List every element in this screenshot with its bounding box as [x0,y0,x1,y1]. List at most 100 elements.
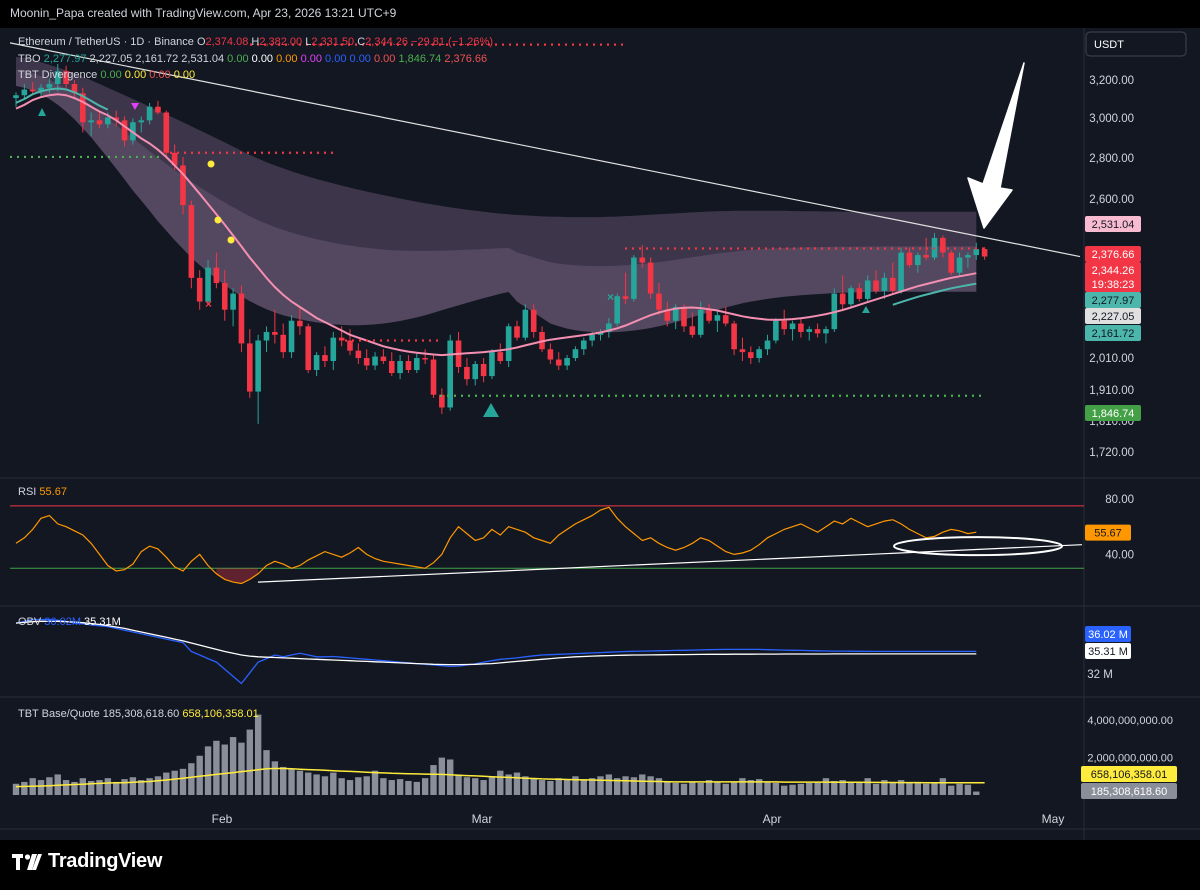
volume-bar [664,781,671,795]
volume-bar [538,780,546,795]
rsi-value-badge-label: 55.67 [1094,528,1122,540]
tbt-volume-pane[interactable]: TBT Base/Quote 185,308,618.60 658,106,35… [12,708,1177,799]
candle-body [146,106,153,121]
annotation-arrow[interactable] [967,62,1025,229]
volume-bar [388,780,395,795]
volume-bar [355,777,362,795]
volume-bar [121,779,128,795]
volume-bar [622,776,629,795]
candle-body [138,120,145,123]
volume-bar [714,781,721,795]
volume-bar [555,778,562,795]
candle-body [622,296,629,299]
volume-bar [447,759,454,795]
candle-body [255,340,261,392]
volume-bar [330,772,337,795]
volume-bar [472,778,479,795]
volume-bar [371,770,379,795]
candle-body [505,326,512,362]
volume-bar [580,779,587,795]
volume-bar [313,774,320,795]
volume-bar [171,770,178,795]
volume-bar [413,781,420,795]
tbt-base-value: 185,308,618.60 [103,708,183,720]
price-tick-label: 2,010.00 [1089,353,1134,365]
legend-ohlc-value: 2,382.00 [259,36,305,48]
volume-bar [547,780,554,795]
candle-body [105,117,111,125]
volume-bar [789,784,796,795]
obv-pane[interactable]: OBV 36.02M 35.31M 36.02 M 35.31 M 32 M [15,616,1131,685]
obv-tick-label: 32 M [1087,669,1113,681]
candle-body [806,329,813,332]
candle-body [564,358,570,366]
candle-body [163,112,170,153]
candle-body [898,252,904,291]
volume-bar [530,778,537,795]
candle-body [514,326,520,338]
candle-body [697,309,704,335]
time-tick-label: Mar [472,812,493,826]
volume-bar [188,763,195,795]
candle-body [497,352,504,362]
legend-ohlc-label: C [357,36,365,48]
candle-body [764,340,771,350]
candle-body [889,277,896,291]
legend-tbo-value: 0.00 [227,53,251,65]
volume-bar [889,781,896,795]
yellow-signal-dot [214,216,222,224]
legend-divergence-value: 0.00 [125,69,149,81]
candle-body [773,320,779,341]
legend-symbol-row: Ethereum / TetherUS · 1D · Binance O2,37… [18,36,493,48]
volume-bar [113,781,120,795]
volume-bar [204,746,212,795]
candle-body [489,352,495,377]
volume-bar [305,772,312,795]
candle-body [347,340,353,351]
candle-body [422,358,428,360]
candle-body [848,288,854,305]
volume-bar [814,781,821,795]
obv-ma-line [15,620,977,666]
candle-body [823,329,829,334]
volume-bar [37,780,45,795]
candle-body [731,323,737,350]
obv-ma-badge-label: 35.31 M [1088,646,1128,658]
volume-bar [722,783,729,795]
buy-triangle-marker [38,108,46,116]
chart-canvas[interactable]: × × RSI 55.6780.0040.0055.67 OBV 36.02M 3… [0,0,1200,890]
volume-bar [129,777,137,795]
legend-tbo-value: 2,376.66 [444,53,487,65]
rsi-pane[interactable]: RSI 55.67 80.00 40.00 55.67 [10,486,1134,585]
price-pane[interactable]: × × [9,42,1081,424]
candle-body [589,334,595,341]
candle-body [639,257,646,263]
volume-bar [288,768,295,795]
candle-body [781,320,787,330]
price-badge-label: 1,846.74 [1092,408,1135,420]
price-badge-label: 2,344.26 [1092,265,1135,277]
candle-body [213,267,220,284]
volume-bar [338,778,345,795]
legend-tbo-value: 2,161.72 [135,53,181,65]
rsi-value: 55.67 [39,486,67,498]
candle-body [814,329,821,334]
volume-bar [96,780,103,795]
legend-divergence-row: TBT Divergence 0.00 0.00 0.00 0.00 [18,69,195,81]
volume-bar [605,774,613,795]
candle-body [330,337,337,362]
volume-bar [321,776,329,795]
candle-body [647,262,654,294]
volume-bar [455,774,462,795]
volume-bar [405,780,412,795]
candle-body [297,320,303,327]
legend-tbo-value: 2,531.04 [181,53,227,65]
time-tick-label: May [1042,812,1065,826]
legend-tbo-value: 0.00 [350,53,374,65]
currency-button[interactable]: USDT [1085,31,1187,57]
candle-body [88,120,94,123]
candle-body [915,255,921,266]
volume-bar [238,742,245,795]
candle-body [873,280,879,291]
legend-tbo-value: 1,846.74 [398,53,444,65]
